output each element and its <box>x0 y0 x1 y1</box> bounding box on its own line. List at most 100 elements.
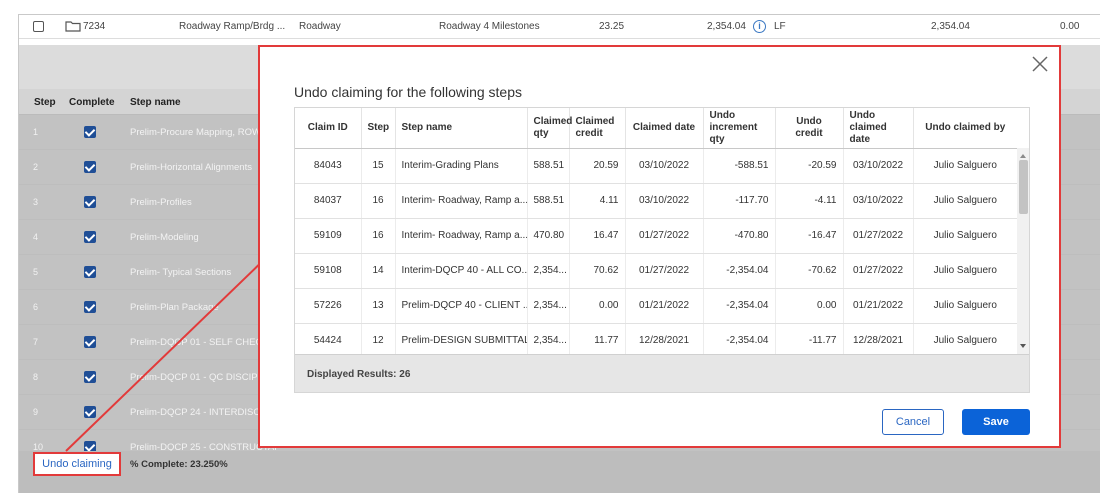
cell-undo-claimed-date: 03/10/2022 <box>843 183 914 219</box>
complete-checkbox[interactable] <box>84 161 96 173</box>
col-claim-id[interactable]: Claim ID <box>295 108 362 149</box>
scroll-thumb[interactable] <box>1019 160 1028 214</box>
cell-undo-claimed-by: Julio Salguero <box>913 253 1017 289</box>
footer-bar <box>19 451 1100 493</box>
row-checkbox[interactable] <box>33 21 44 32</box>
claim-row[interactable]: 57226 13 Prelim-DQCP 40 - CLIENT ... 2,354.… <box>295 288 1017 324</box>
complete-checkbox[interactable] <box>84 301 96 313</box>
col-claimed-qty[interactable]: Claimed qty <box>527 108 572 149</box>
cell-claimed-qty: 588.51 <box>527 183 570 219</box>
item-unit: LF <box>774 21 786 32</box>
cell-claimed-credit: 4.11 <box>569 183 626 219</box>
cell-step-name: Prelim-DQCP 40 - CLIENT ... <box>395 288 528 324</box>
cell-undo-claimed-date: 03/10/2022 <box>843 148 914 184</box>
col-undo-claimed-by[interactable]: Undo claimed by <box>913 108 1017 149</box>
dialog-title: Undo claiming for the following steps <box>294 84 523 100</box>
cell-claimed-credit: 0.00 <box>569 288 626 324</box>
claim-row[interactable]: 59108 14 Interim-DQCP 40 - ALL CO... 2,354.… <box>295 253 1017 289</box>
cell-claimed-date: 03/10/2022 <box>625 183 704 219</box>
cell-step: 14 <box>361 253 396 289</box>
item-value-4: 0.00 <box>1060 21 1080 32</box>
claims-header-row: Claim ID Step Step name Claimed qty Clai… <box>295 108 1017 149</box>
cell-claimed-qty: 588.51 <box>527 148 570 184</box>
header-complete: Complete <box>69 97 115 108</box>
cell-undo-claimed-by: Julio Salguero <box>913 183 1017 219</box>
table-scrollbar[interactable] <box>1017 148 1029 354</box>
close-icon[interactable] <box>1031 55 1049 73</box>
col-step-name[interactable]: Step name <box>395 108 528 149</box>
complete-checkbox[interactable] <box>84 196 96 208</box>
complete-checkbox[interactable] <box>84 126 96 138</box>
cell-step: 15 <box>361 148 396 184</box>
cell-claimed-qty: 470.80 <box>527 218 570 254</box>
col-step[interactable]: Step <box>361 108 396 149</box>
cell-step-name: Interim- Roadway, Ramp a... <box>395 218 528 254</box>
cell-undo-increment-qty: -2,354.04 <box>703 323 776 359</box>
complete-checkbox[interactable] <box>84 371 96 383</box>
cell-step-name: Interim-DQCP 40 - ALL CO... <box>395 253 528 289</box>
cell-undo-credit: -16.47 <box>775 218 844 254</box>
cell-undo-claimed-date: 01/27/2022 <box>843 218 914 254</box>
cell-undo-claimed-date: 12/28/2021 <box>843 323 914 359</box>
claim-row[interactable]: 84037 16 Interim- Roadway, Ramp a... 588.51… <box>295 183 1017 219</box>
claim-row[interactable]: 84043 15 Interim-Grading Plans 588.51 20.59 0… <box>295 148 1017 184</box>
cell-undo-claimed-by: Julio Salguero <box>913 148 1017 184</box>
cell-claimed-credit: 20.59 <box>569 148 626 184</box>
cell-undo-credit: -70.62 <box>775 253 844 289</box>
claims-table: Claim ID Step Step name Claimed qty Clai… <box>294 107 1030 393</box>
complete-checkbox[interactable] <box>84 266 96 278</box>
item-milestone: Roadway 4 Milestones <box>439 21 540 32</box>
scroll-up-icon[interactable] <box>1020 154 1026 158</box>
cell-claimed-qty: 2,354... <box>527 323 570 359</box>
folder-icon <box>65 20 81 32</box>
col-claimed-credit[interactable]: Claimed credit <box>569 108 626 149</box>
cell-undo-credit: 0.00 <box>775 288 844 324</box>
undo-claiming-link[interactable]: Undo claiming <box>33 452 121 476</box>
cell-undo-claimed-by: Julio Salguero <box>913 323 1017 359</box>
undo-claiming-dialog: Undo claiming for the following steps Cl… <box>258 45 1061 448</box>
info-icon[interactable]: i <box>753 20 766 33</box>
cell-undo-claimed-date: 01/27/2022 <box>843 253 914 289</box>
col-undo-credit[interactable]: Undo credit <box>775 108 844 149</box>
cell-undo-credit: -11.77 <box>775 323 844 359</box>
cell-claimed-qty: 2,354... <box>527 253 570 289</box>
complete-checkbox[interactable] <box>84 231 96 243</box>
cell-undo-credit: -4.11 <box>775 183 844 219</box>
col-claimed-date[interactable]: Claimed date <box>625 108 704 149</box>
cell-undo-claimed-by: Julio Salguero <box>913 288 1017 324</box>
claim-row[interactable]: 59109 16 Interim- Roadway, Ramp a... 470.80… <box>295 218 1017 254</box>
col-undo-claimed-date[interactable]: Undo claimed date <box>843 108 914 149</box>
claim-row[interactable]: 54424 12 Prelim-DESIGN SUBMITTAL 2,354... 11… <box>295 323 1017 359</box>
cell-step-name: Interim-Grading Plans <box>395 148 528 184</box>
cell-step-name: Interim- Roadway, Ramp a... <box>395 183 528 219</box>
cell-step-name: Prelim-DESIGN SUBMITTAL <box>395 323 528 359</box>
col-undo-increment-qty[interactable]: Undo increment qty <box>703 108 776 149</box>
results-footer: Displayed Results: 26 <box>295 354 1029 392</box>
item-row[interactable]: 7234 Roadway Ramp/Brdg ... Roadway Roadw… <box>19 15 1100 39</box>
header-step: Step <box>34 97 56 108</box>
complete-checkbox[interactable] <box>84 406 96 418</box>
cell-claim-id: 54424 <box>295 323 362 359</box>
cell-claimed-date: 12/28/2021 <box>625 323 704 359</box>
cell-undo-increment-qty: -470.80 <box>703 218 776 254</box>
cell-undo-increment-qty: -117.70 <box>703 183 776 219</box>
cell-undo-claimed-by: Julio Salguero <box>913 218 1017 254</box>
cell-claimed-date: 01/21/2022 <box>625 288 704 324</box>
item-name: Roadway Ramp/Brdg ... <box>179 21 286 32</box>
item-value-1: 23.25 <box>599 21 625 32</box>
item-id[interactable]: 7234 <box>83 21 105 32</box>
cell-claimed-credit: 16.47 <box>569 218 626 254</box>
cell-undo-increment-qty: -2,354.04 <box>703 253 776 289</box>
cell-claim-id: 59108 <box>295 253 362 289</box>
cell-claimed-credit: 11.77 <box>569 323 626 359</box>
cell-claimed-qty: 2,354... <box>527 288 570 324</box>
save-button[interactable]: Save <box>962 409 1030 435</box>
scroll-down-icon[interactable] <box>1020 344 1026 348</box>
cell-undo-claimed-date: 01/21/2022 <box>843 288 914 324</box>
cell-claimed-date: 01/27/2022 <box>625 218 704 254</box>
cell-undo-increment-qty: -2,354.04 <box>703 288 776 324</box>
cancel-button[interactable]: Cancel <box>882 409 944 435</box>
complete-checkbox[interactable] <box>84 336 96 348</box>
item-category: Roadway <box>299 21 341 32</box>
cell-step: 16 <box>361 183 396 219</box>
